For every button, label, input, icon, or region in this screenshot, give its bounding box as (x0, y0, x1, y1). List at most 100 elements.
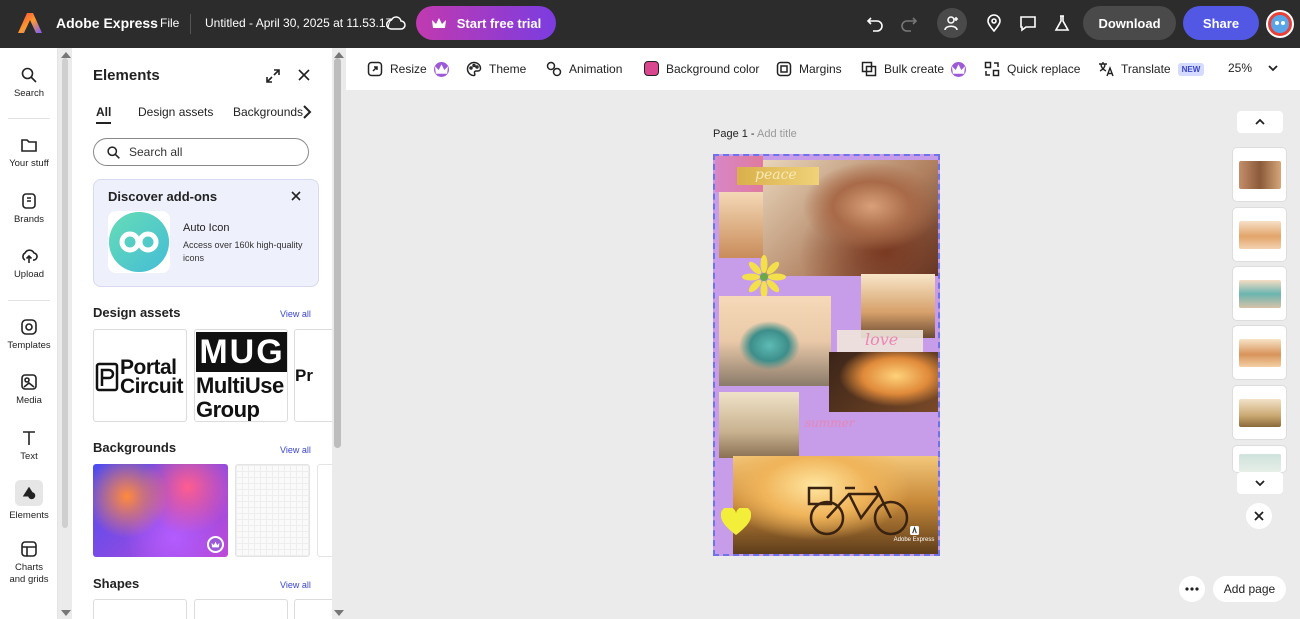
adobe-express-watermark-icon (909, 526, 919, 535)
rail-label: Brands (13, 214, 45, 225)
scroll-up-arrow-icon[interactable] (334, 52, 344, 58)
start-free-trial-button[interactable]: Start free trial (416, 6, 556, 40)
asset-multiuse-group[interactable]: MUG MultiUse Group (194, 329, 288, 422)
search-input[interactable]: Search all (93, 138, 309, 166)
document-title[interactable]: Untitled - April 30, 2025 at 11.53.17 (205, 16, 392, 30)
file-menu[interactable]: File (160, 16, 179, 30)
rail-item-brands[interactable]: Brands (0, 192, 58, 225)
theme-button[interactable]: Theme (466, 61, 526, 77)
tab-design-assets[interactable]: Design assets (138, 105, 213, 119)
word-love[interactable]: love (865, 330, 898, 349)
word-summer[interactable]: summer (805, 416, 854, 430)
page-thumbnail-4[interactable] (1233, 326, 1286, 379)
close-icon[interactable] (297, 68, 311, 82)
background-grid-tile[interactable] (235, 464, 310, 557)
adobe-express-logo[interactable] (18, 12, 42, 34)
margins-button[interactable]: Margins (776, 61, 842, 77)
background-color-button[interactable]: Background color (644, 61, 759, 76)
flask-icon[interactable] (1051, 12, 1073, 34)
chevron-right-icon[interactable] (302, 104, 312, 120)
design-canvas[interactable]: peace love summer Adobe Express (713, 154, 940, 556)
shape-tile[interactable] (194, 599, 288, 619)
zoom-level: 25% (1228, 61, 1253, 75)
page-thumbnail-2[interactable] (1233, 208, 1286, 261)
word-peace[interactable]: peace (755, 167, 797, 183)
auto-icon-logo[interactable] (108, 211, 170, 273)
page-thumbnail-3[interactable] (1233, 267, 1286, 320)
rail-item-upload[interactable]: Upload (0, 247, 58, 280)
discover-addons-card[interactable]: Discover add-ons Auto Icon Access over 1… (93, 179, 319, 287)
translate-button[interactable]: Translate NEW (1098, 61, 1205, 77)
rail-item-search[interactable]: Search (0, 66, 58, 99)
shape-tile[interactable] (93, 599, 187, 619)
start-free-trial-label: Start free trial (456, 15, 542, 31)
undo-icon[interactable] (864, 12, 886, 34)
invite-people-button[interactable] (937, 8, 967, 38)
yellow-heart-icon[interactable] (721, 508, 751, 536)
rail-item-elements[interactable]: Elements (0, 480, 58, 521)
rail-item-your-stuff[interactable]: Your stuff (0, 136, 58, 169)
design-assets-view-all-link[interactable]: View all (280, 309, 311, 319)
location-pin-icon[interactable] (983, 12, 1005, 34)
quick-replace-button[interactable]: Quick replace (984, 61, 1080, 77)
rail-scrollbar[interactable] (62, 58, 68, 528)
rail-item-charts-and-grids[interactable]: Charts and grids (0, 540, 58, 586)
rail-label: Upload (13, 269, 45, 280)
rail-item-templates[interactable]: Templates (0, 318, 58, 351)
thumbnail-image (1238, 454, 1281, 472)
bulk-create-button[interactable]: Bulk create (861, 61, 967, 77)
add-title-placeholder[interactable]: Add title (757, 128, 797, 140)
backgrounds-view-all-link[interactable]: View all (280, 445, 311, 455)
background-gradient-tile[interactable] (93, 464, 228, 557)
search-placeholder: Search all (129, 145, 183, 159)
scroll-down-arrow-icon[interactable] (334, 610, 344, 616)
comment-icon[interactable] (1017, 12, 1039, 34)
photo-friends-sunset[interactable] (861, 274, 935, 338)
photo-small-left[interactable] (719, 192, 763, 258)
page-thumbnail-1[interactable] (1233, 148, 1286, 201)
user-avatar[interactable] (1266, 10, 1294, 38)
zoom-dropdown[interactable]: 25% (1228, 61, 1279, 75)
divider (8, 300, 50, 301)
theme-label: Theme (489, 62, 527, 76)
yellow-flower-icon[interactable] (741, 254, 787, 300)
search-icon (107, 145, 120, 159)
photo-vintage-car[interactable] (719, 296, 831, 386)
shapes-view-all-link[interactable]: View all (280, 580, 311, 590)
rail-scroll-up-arrow-icon[interactable] (61, 52, 71, 58)
background-partial-tile[interactable] (317, 464, 332, 557)
page-thumbnail-5[interactable] (1233, 386, 1286, 439)
rail-item-media[interactable]: Media (0, 373, 58, 406)
close-icon[interactable] (291, 191, 301, 201)
tab-backgrounds[interactable]: Backgrounds (233, 105, 303, 119)
thumbnail-image (1238, 279, 1281, 308)
pages-scroll-up-button[interactable] (1237, 111, 1283, 133)
expand-icon[interactable] (265, 68, 281, 84)
more-options-button[interactable] (1179, 576, 1205, 602)
share-button[interactable]: Share (1183, 6, 1259, 40)
add-page-button[interactable]: Add page (1213, 576, 1286, 602)
close-pages-button[interactable] (1246, 503, 1272, 529)
background-color-swatch (644, 61, 659, 76)
tab-all[interactable]: All (96, 105, 112, 124)
asset-partial[interactable]: Pr (294, 329, 332, 422)
cloud-sync-icon[interactable] (386, 14, 406, 32)
resize-button[interactable]: Resize (367, 61, 449, 77)
page-label[interactable]: Page 1 - Add title (713, 128, 797, 140)
asset-portal-circuit[interactable]: Portal Circuit (93, 329, 187, 422)
download-button[interactable]: Download (1083, 6, 1176, 40)
panel-scrollbar[interactable] (334, 58, 341, 448)
photo-toast-sunset[interactable] (829, 352, 938, 412)
photo-bike-basket[interactable] (719, 392, 799, 458)
page-thumbnail-6[interactable] (1233, 446, 1286, 472)
premium-crown-icon (951, 61, 967, 77)
shape-tile[interactable] (294, 599, 332, 619)
rail-scroll-down-arrow-icon[interactable] (61, 610, 71, 616)
redo-icon[interactable] (898, 12, 920, 34)
rail-label: Search (13, 88, 45, 99)
thumbnail-image (1238, 160, 1281, 189)
animation-button[interactable]: Animation (546, 61, 622, 77)
pages-scroll-down-button[interactable] (1237, 472, 1283, 494)
margins-label: Margins (799, 62, 842, 76)
rail-item-text[interactable]: Text (0, 429, 58, 462)
